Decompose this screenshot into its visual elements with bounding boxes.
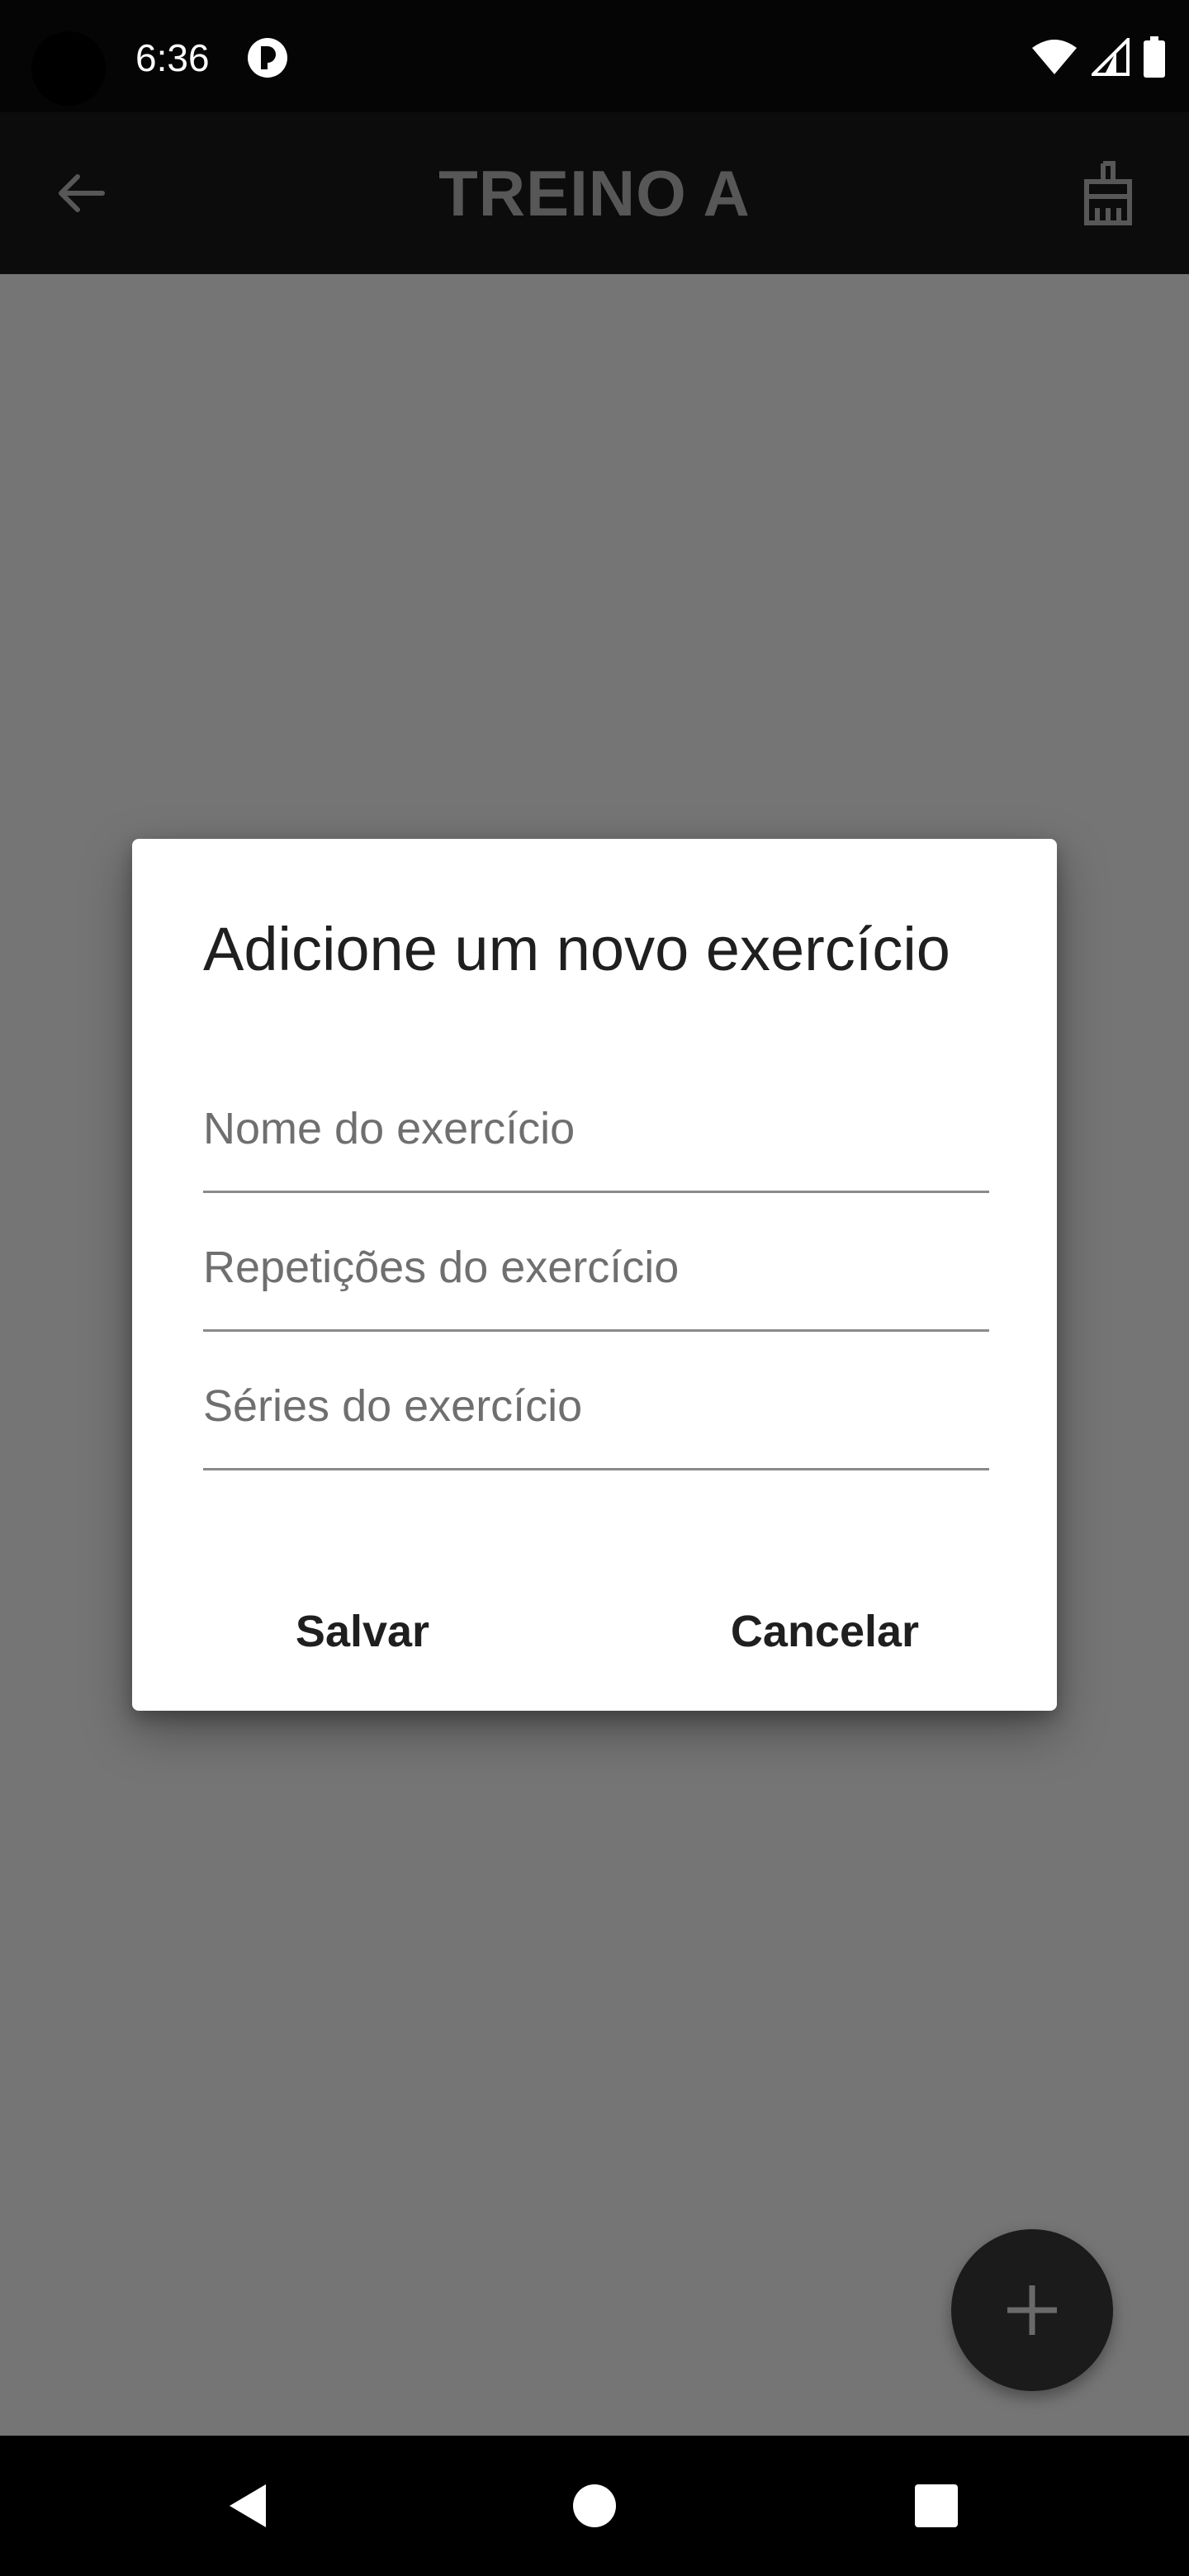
broom-icon <box>1084 161 1132 225</box>
nav-back-button[interactable] <box>208 2465 291 2547</box>
save-button[interactable]: Salvar <box>132 1565 593 1698</box>
exercise-reps-field <box>203 1205 989 1344</box>
battery-icon <box>1144 36 1165 78</box>
dialog-title: Adicione um novo exercício <box>203 915 950 983</box>
home-circle-icon <box>573 2484 616 2527</box>
exercise-sets-input[interactable] <box>203 1344 989 1468</box>
app-bar: TREINO A <box>0 112 1189 274</box>
camera-cutout <box>31 31 106 106</box>
input-underline <box>203 1329 989 1332</box>
exercise-name-field <box>203 1067 989 1205</box>
navigation-bar <box>0 2436 1189 2576</box>
exercise-reps-input[interactable] <box>203 1205 989 1329</box>
recents-square-icon <box>915 2484 958 2527</box>
nav-home-button[interactable] <box>553 2465 636 2547</box>
signal-icon <box>1092 38 1130 76</box>
exercise-sets-field <box>203 1344 989 1483</box>
wifi-icon <box>1032 40 1077 74</box>
back-triangle-icon <box>230 2484 266 2527</box>
plus-icon <box>1007 2285 1057 2335</box>
status-icons <box>1030 33 1166 81</box>
cancel-button[interactable]: Cancelar <box>593 1565 1057 1698</box>
page-title: TREINO A <box>438 157 751 230</box>
exercise-name-input[interactable] <box>203 1067 989 1191</box>
status-time: 6:36 <box>135 36 210 79</box>
add-exercise-dialog: Adicione um novo exercício Salvar Cancel… <box>132 839 1057 1711</box>
nav-recents-button[interactable] <box>895 2465 978 2547</box>
add-exercise-fab[interactable] <box>951 2229 1113 2391</box>
status-bar: 6:36 <box>0 0 1189 112</box>
input-underline <box>203 1468 989 1470</box>
clean-button[interactable] <box>1068 154 1148 233</box>
input-underline <box>203 1191 989 1193</box>
app-notification-icon <box>248 38 287 78</box>
